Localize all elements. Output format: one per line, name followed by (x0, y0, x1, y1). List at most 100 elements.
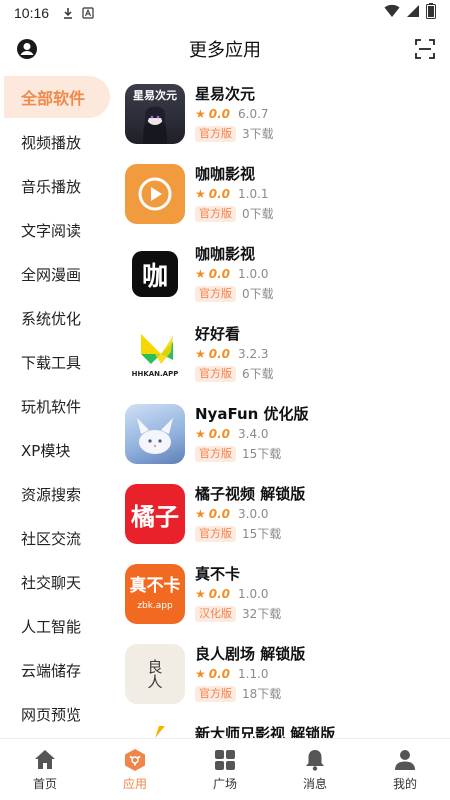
category-label: 人工智能 (21, 617, 82, 636)
category-label: 音乐播放 (21, 177, 82, 196)
app-downloads: 32下载 (242, 607, 282, 621)
category-label: 下载工具 (21, 353, 82, 372)
app-icon-text: 星易次元 (133, 89, 177, 102)
star-icon: ★ (195, 267, 206, 281)
category-xp[interactable]: XP模块 (0, 428, 110, 472)
app-list-item[interactable]: 真不卡 zbk.app 真不卡 ★ 0.0 1.0.0 汉化版 32下载 (110, 556, 450, 636)
app-list: 星易次元 星易次元 ★ 0.0 6.0.7 官方版 3下载 咖咖影视 ★ 0.0… (110, 76, 450, 738)
status-time: 10:16 (14, 5, 50, 21)
nav-apps[interactable]: 应用 (90, 739, 180, 800)
nav-label: 首页 (32, 777, 57, 791)
app-rating: 0.0 (208, 427, 231, 441)
category-video[interactable]: 视频播放 (0, 120, 110, 164)
category-cloud[interactable]: 云端储存 (0, 648, 110, 692)
app-name: 咖咖影视 (195, 245, 256, 263)
app-name: 好好看 (195, 325, 241, 343)
app-downloads: 6下载 (242, 367, 274, 381)
app-downloads: 0下载 (242, 287, 274, 301)
grid-icon (215, 750, 235, 770)
nav-label: 消息 (302, 777, 327, 791)
apps-icon (125, 749, 145, 771)
app-icon-text: 真不卡 (129, 576, 181, 596)
app-rating: 0.0 (208, 107, 231, 121)
app-name: NyaFun 优化版 (195, 405, 309, 423)
category-label: 云端储存 (21, 661, 82, 680)
star-icon: ★ (195, 187, 206, 201)
app-version: 3.4.0 (238, 427, 269, 441)
category-label: 玩机软件 (21, 397, 82, 416)
nav-label: 广场 (212, 777, 237, 791)
category-label: 全网漫画 (21, 265, 82, 284)
app-version: 1.1.0 (238, 667, 269, 681)
app-rating: 0.0 (208, 347, 231, 361)
app-tag: 官方版 (195, 685, 236, 702)
top-bar: 更多应用 (0, 28, 450, 70)
font-icon (81, 6, 95, 20)
category-sidebar: 全部软件 视频播放 音乐播放 文字阅读 全网漫画 系统优化 下载工具 玩机软件 … (0, 76, 110, 736)
app-downloads: 15下载 (242, 447, 282, 461)
category-music[interactable]: 音乐播放 (0, 164, 110, 208)
app-list-item[interactable]: 咖 咖咖影视 ★ 0.0 1.0.0 官方版 0下载 (110, 236, 450, 316)
category-reading[interactable]: 文字阅读 (0, 208, 110, 252)
category-community[interactable]: 社区交流 (0, 516, 110, 560)
app-list-item[interactable]: 橘子 橘子视频 解锁版 ★ 0.0 3.0.0 官方版 15下载 (110, 476, 450, 556)
category-tools[interactable]: 玩机软件 (0, 384, 110, 428)
download-icon (61, 6, 75, 20)
battery-icon (426, 3, 436, 23)
category-label: 社交聊天 (21, 573, 82, 592)
category-social[interactable]: 社交聊天 (0, 560, 110, 604)
app-list-item[interactable]: 新大师兄影视 解锁版 (110, 716, 450, 738)
app-tag: 汉化版 (195, 605, 236, 622)
nav-label: 应用 (122, 777, 147, 791)
category-label: 系统优化 (21, 309, 82, 328)
category-search[interactable]: 资源搜索 (0, 472, 110, 516)
app-list-item[interactable]: 良人 良人剧场 解锁版 ★ 0.0 1.1.0 官方版 18下载 (110, 636, 450, 716)
category-label: 资源搜索 (21, 485, 82, 504)
nav-square[interactable]: 广场 (180, 739, 270, 800)
category-ai[interactable]: 人工智能 (0, 604, 110, 648)
app-list-item[interactable]: HHKAN.APP 好好看 ★ 0.0 3.2.3 官方版 6下载 (110, 316, 450, 396)
account-circle-icon[interactable] (16, 38, 38, 60)
app-version: 3.2.3 (238, 347, 269, 361)
nav-messages[interactable]: 消息 (270, 739, 360, 800)
app-list-item[interactable]: 星易次元 星易次元 ★ 0.0 6.0.7 官方版 3下载 (110, 76, 450, 156)
app-version: 6.0.7 (238, 107, 269, 121)
app-icon: 橘子 (125, 484, 185, 544)
category-web[interactable]: 网页预览 (0, 692, 110, 736)
category-comics[interactable]: 全网漫画 (0, 252, 110, 296)
scan-icon[interactable] (414, 38, 436, 60)
app-name: 新大师兄影视 解锁版 (195, 725, 336, 738)
status-bar: 10:16 (0, 0, 450, 26)
category-label: 视频播放 (21, 133, 82, 152)
app-icon: HHKAN.APP (125, 324, 185, 384)
person-icon (395, 750, 415, 770)
app-icon-text: 橘子 (131, 502, 179, 531)
app-name: 真不卡 (195, 565, 241, 583)
app-icon-text: HHKAN.APP (131, 370, 179, 378)
app-list-item[interactable]: NyaFun 优化版 ★ 0.0 3.4.0 官方版 15下载 (110, 396, 450, 476)
wifi-icon (384, 4, 400, 22)
category-system[interactable]: 系统优化 (0, 296, 110, 340)
category-label: 文字阅读 (21, 221, 82, 240)
nav-home[interactable]: 首页 (0, 739, 90, 800)
app-icon: 星易次元 (125, 84, 185, 144)
home-icon (35, 750, 55, 769)
star-icon: ★ (195, 427, 206, 441)
app-icon (125, 404, 185, 464)
category-label: 网页预览 (21, 705, 82, 724)
app-rating: 0.0 (208, 667, 231, 681)
category-label: 社区交流 (21, 529, 82, 548)
category-download[interactable]: 下载工具 (0, 340, 110, 384)
page-title: 更多应用 (189, 40, 261, 61)
category-all[interactable]: 全部软件 (4, 76, 110, 118)
star-icon: ★ (195, 507, 206, 521)
app-rating: 0.0 (208, 507, 231, 521)
app-list-item[interactable]: 咖咖影视 ★ 0.0 1.0.1 官方版 0下载 (110, 156, 450, 236)
app-version: 3.0.0 (238, 507, 269, 521)
star-icon: ★ (195, 347, 206, 361)
nav-profile[interactable]: 我的 (360, 739, 450, 800)
app-downloads: 15下载 (242, 527, 282, 541)
bottom-nav: 首页 应用 广场 消息 我的 (0, 738, 450, 800)
app-name: 咖咖影视 (195, 165, 256, 183)
app-icon: 真不卡 zbk.app (125, 564, 185, 624)
